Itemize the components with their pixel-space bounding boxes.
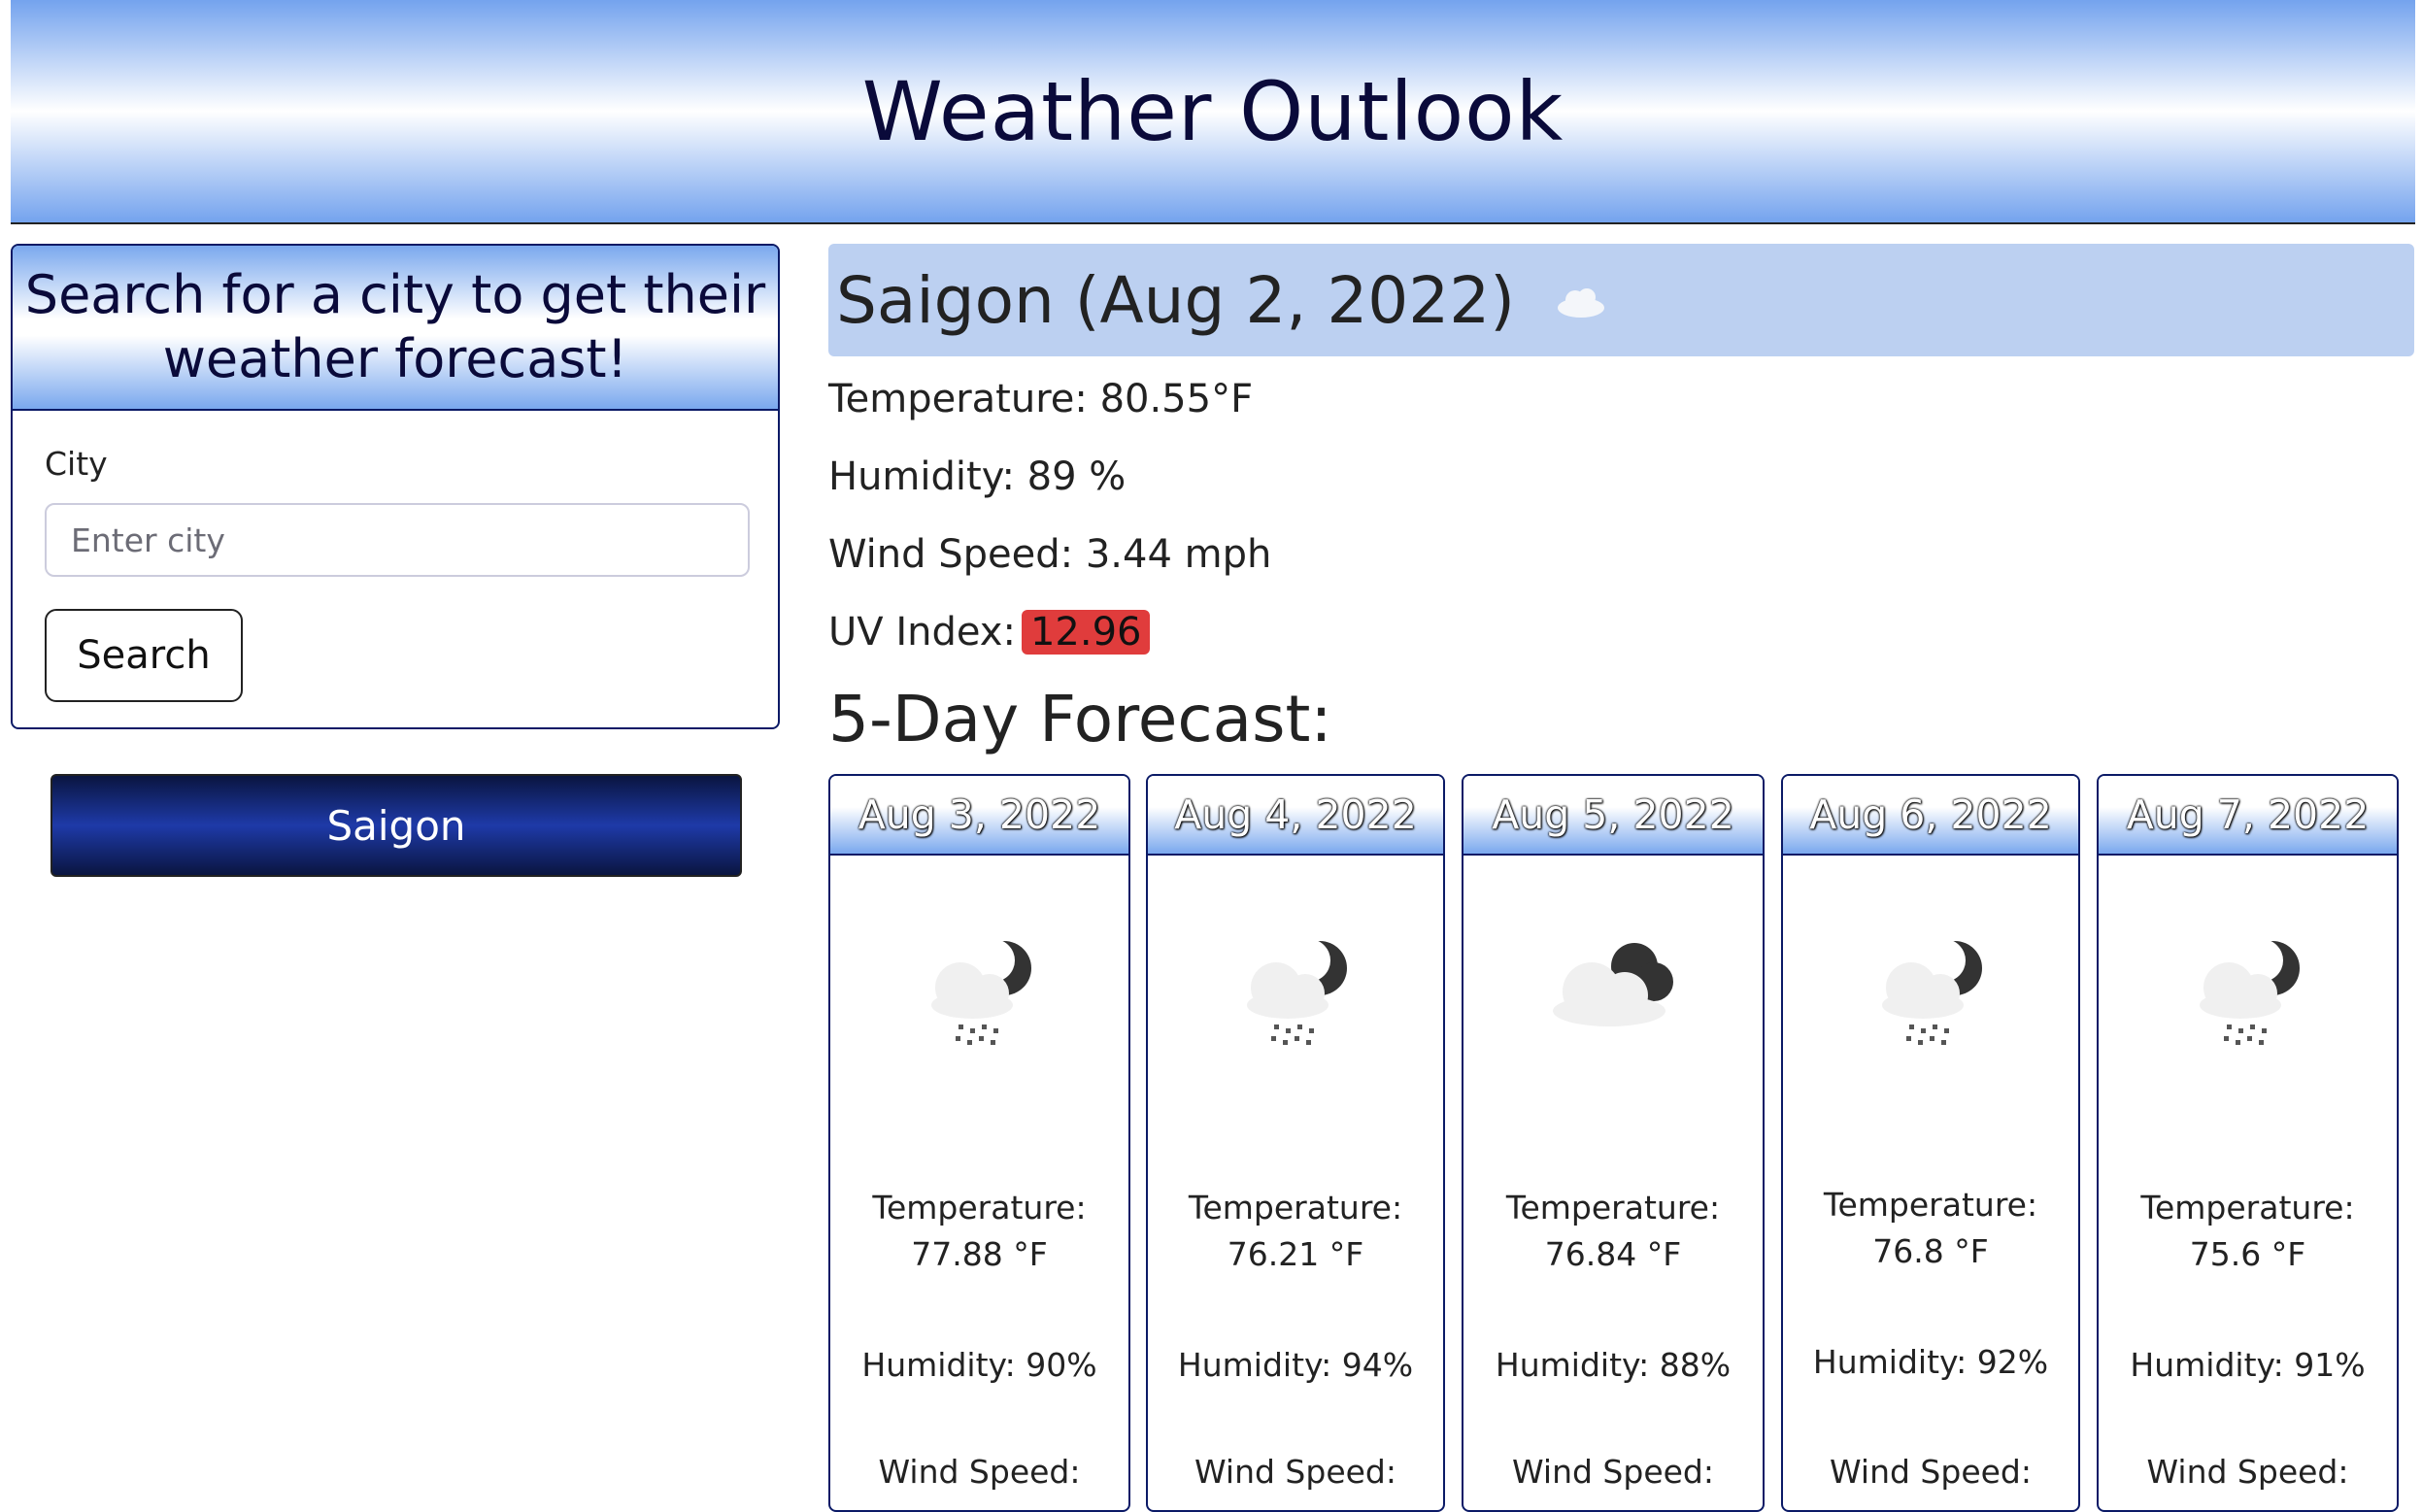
current-city-title: Saigon (Aug 2, 2022) xyxy=(836,262,1516,338)
forecast-temperature-label: Temperature: xyxy=(1823,1186,2038,1224)
forecast-temperature: 76.84 °F xyxy=(1544,1235,1682,1273)
page-title: Weather Outlook xyxy=(861,63,1564,159)
forecast-humidity: Humidity: 94% xyxy=(1177,1346,1414,1384)
rain-night-icon xyxy=(930,939,1031,1045)
rain-night-icon xyxy=(2199,939,2300,1045)
city-input[interactable] xyxy=(45,503,750,577)
forecast-temperature-label: Temperature: xyxy=(1188,1189,1403,1226)
forecast-date: Aug 5, 2022 xyxy=(1463,776,1763,856)
forecast-card: Aug 6, 2022 Temperature: 76.8 °F Humidit… xyxy=(1781,774,2080,1512)
forecast-humidity: Humidity: 92% xyxy=(1812,1343,2049,1381)
forecast-wind-speed: Wind Speed: xyxy=(878,1453,1081,1491)
forecast-card: Aug 5, 2022 Temperature: 76.84 °F Humidi… xyxy=(1462,774,1765,1512)
uv-index-badge: 12.96 xyxy=(1021,610,1151,655)
current-weather-header: Saigon (Aug 2, 2022) xyxy=(828,244,2414,356)
forecast-wind-speed: Wind Speed: xyxy=(1194,1453,1396,1491)
search-card-header: Search for a city to get their weather f… xyxy=(13,246,778,411)
rain-night-icon xyxy=(1247,939,1347,1045)
forecast-temperature-label: Temperature: xyxy=(2140,1189,2355,1226)
forecast-card: Aug 7, 2022 Temperature: 75.6 °F Humidit… xyxy=(2097,774,2399,1512)
forecast-date: Aug 4, 2022 xyxy=(1148,776,1443,856)
forecast-card: Aug 3, 2022 Temperature: 77.88 °F Humidi… xyxy=(828,774,1130,1512)
current-wind-speed: Wind Speed: 3.44 mph xyxy=(828,532,1272,577)
city-label: City xyxy=(45,445,108,483)
forecast-temperature: 77.88 °F xyxy=(911,1235,1048,1273)
forecast-humidity: Humidity: 91% xyxy=(2130,1346,2366,1384)
forecast-date: Aug 6, 2022 xyxy=(1783,776,2078,856)
cloudy-night-icon xyxy=(1553,943,1673,1026)
forecast-temperature-label: Temperature: xyxy=(872,1189,1087,1226)
forecast-date: Aug 3, 2022 xyxy=(830,776,1128,856)
current-temperature: Temperature: 80.55°F xyxy=(828,377,1254,421)
cloud-icon xyxy=(1558,288,1605,318)
rain-night-icon xyxy=(1882,939,1982,1045)
forecast-temperature: 76.8 °F xyxy=(1872,1232,1989,1270)
history-city-button[interactable]: Saigon xyxy=(50,774,742,877)
forecast-card: Aug 4, 2022 Temperature: 76.21 °F Humidi… xyxy=(1146,774,1445,1512)
search-button[interactable]: Search xyxy=(45,609,243,702)
forecast-wind-speed: Wind Speed: xyxy=(1512,1453,1714,1491)
search-card: Search for a city to get their weather f… xyxy=(11,244,780,729)
forecast-wind-speed: Wind Speed: xyxy=(1830,1453,2032,1491)
page-header: Weather Outlook xyxy=(11,0,2415,224)
search-heading: Search for a city to get their weather f… xyxy=(24,264,766,389)
forecast-title: 5-Day Forecast: xyxy=(828,682,1332,756)
current-uv-index: UV Index: 12.96 xyxy=(828,610,1151,655)
forecast-wind-speed: Wind Speed: xyxy=(2146,1453,2349,1491)
forecast-date: Aug 7, 2022 xyxy=(2099,776,2397,856)
forecast-temperature: 76.21 °F xyxy=(1227,1235,1364,1273)
forecast-temperature: 75.6 °F xyxy=(2189,1235,2306,1273)
forecast-temperature-label: Temperature: xyxy=(1505,1189,1721,1226)
forecast-humidity: Humidity: 88% xyxy=(1495,1346,1732,1384)
uv-index-label: UV Index: xyxy=(828,610,1016,655)
forecast-humidity: Humidity: 90% xyxy=(861,1346,1097,1384)
current-humidity: Humidity: 89 % xyxy=(828,454,1127,499)
